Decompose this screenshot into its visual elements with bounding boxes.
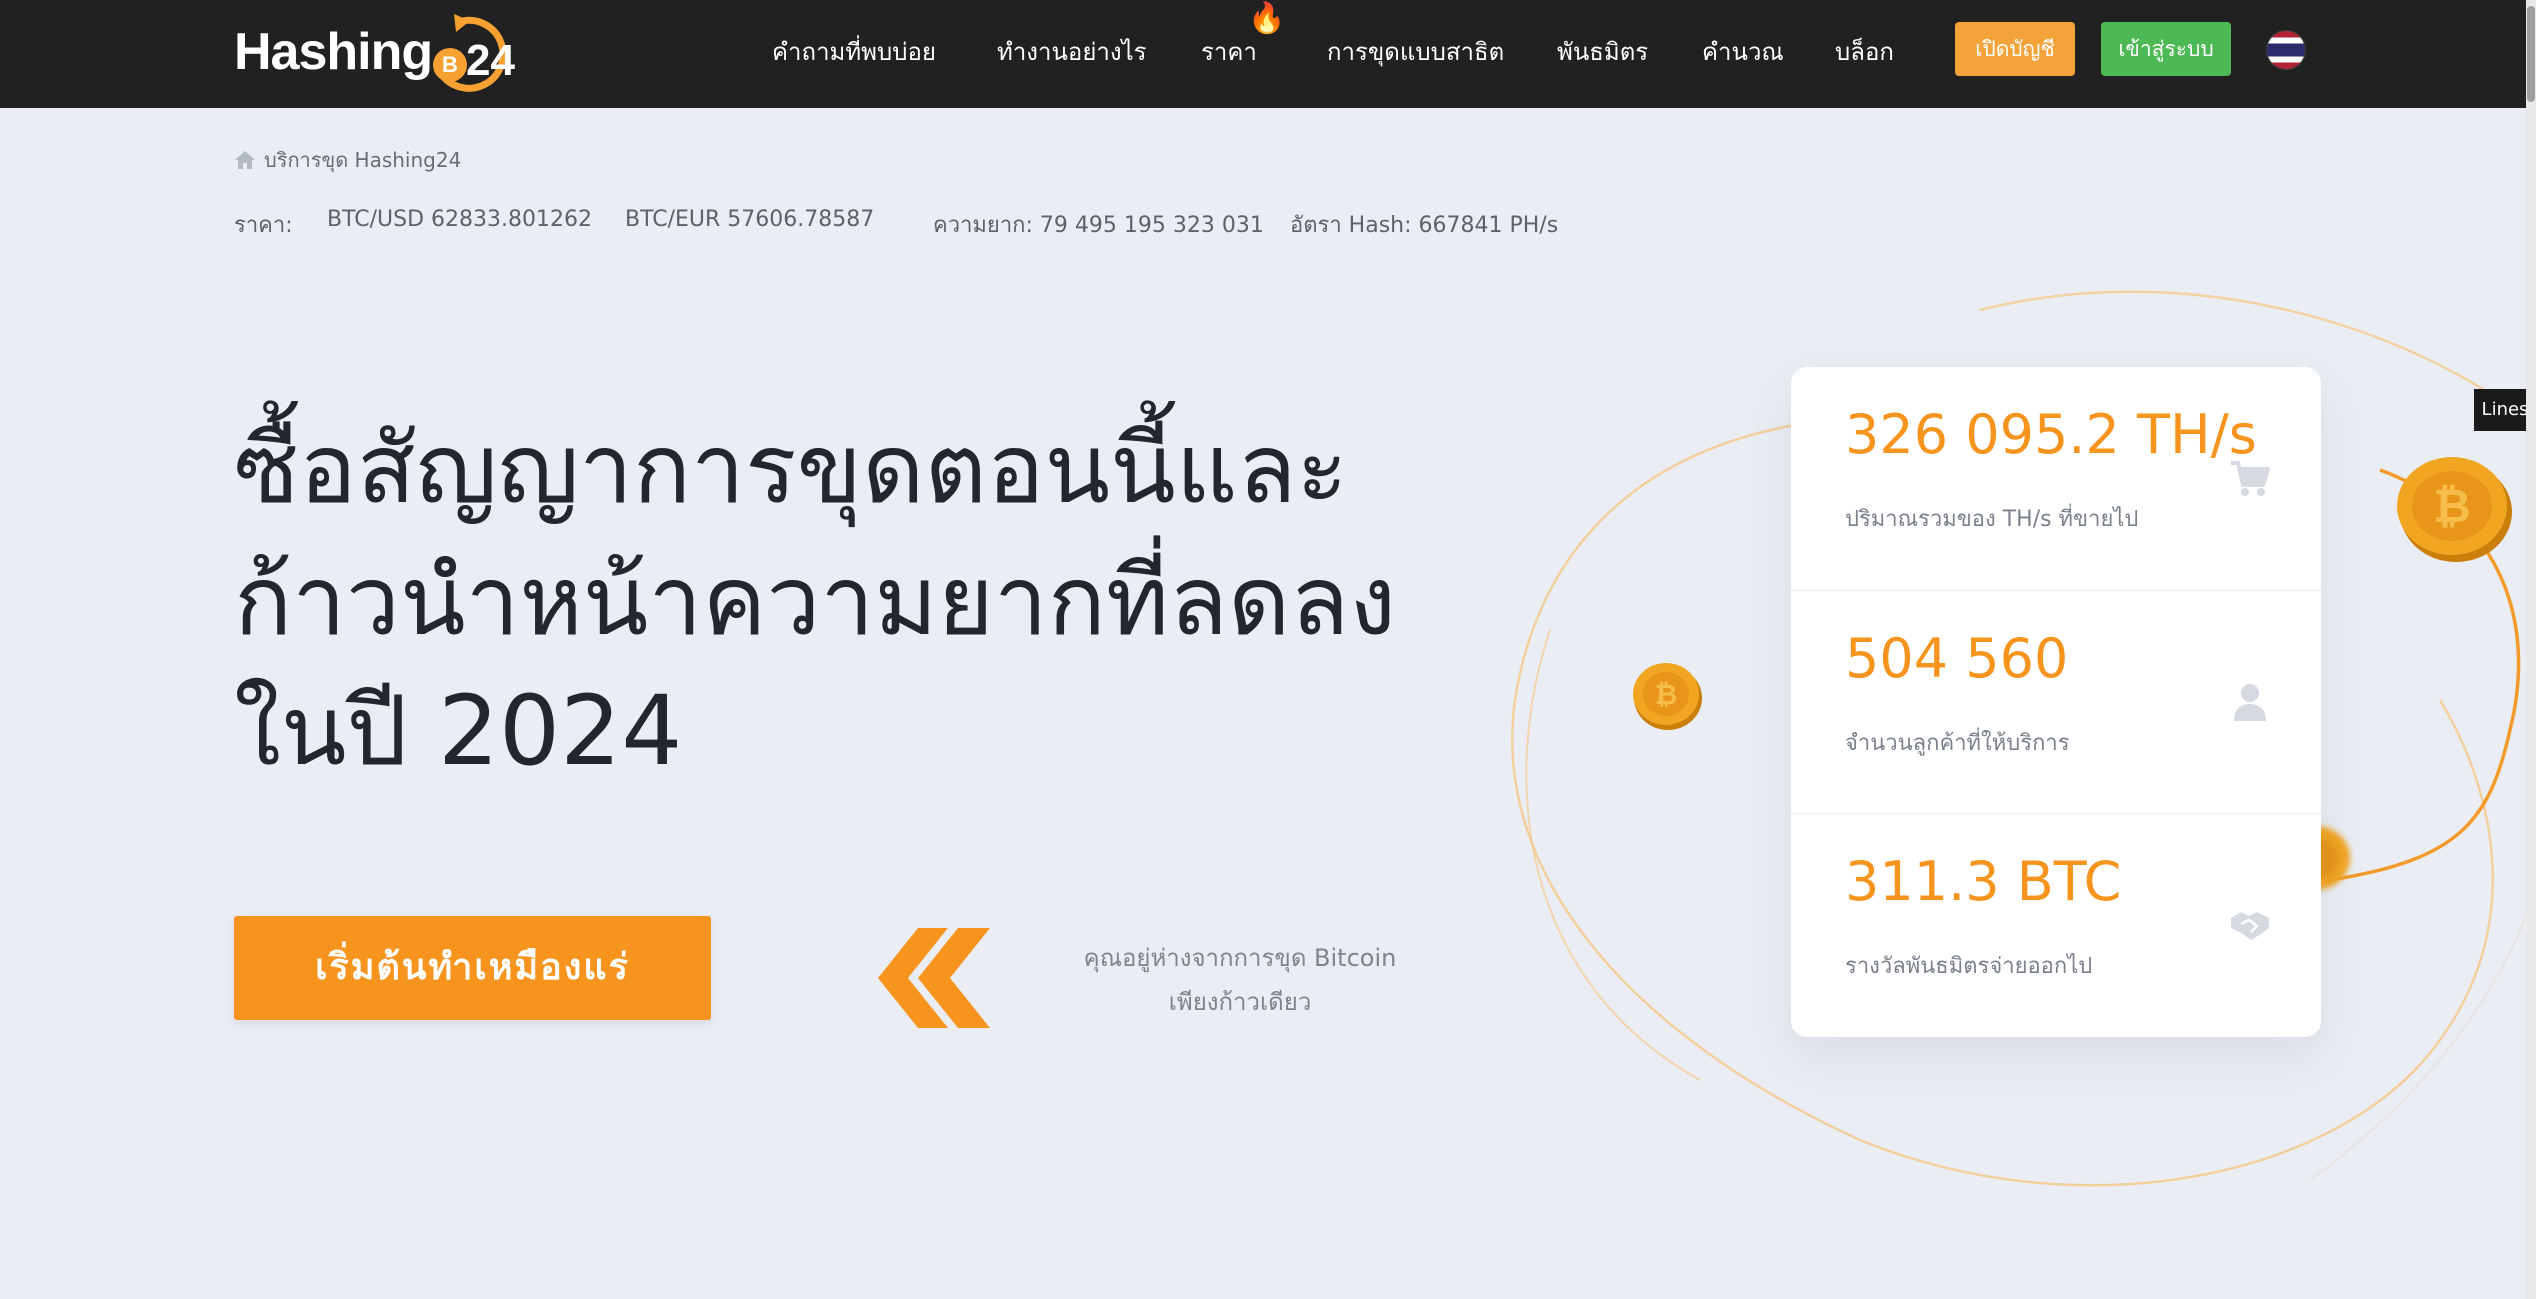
nav-how-it-works[interactable]: ทำงานอย่างไร [997, 32, 1147, 71]
stat-value: 311.3 BTC [1845, 850, 2122, 913]
nav-faq[interactable]: คำถามที่พบบ่อย [772, 32, 936, 71]
fire-icon: 🔥 [1248, 1, 1286, 36]
home-icon[interactable] [234, 149, 256, 171]
svg-text:₿: ₿ [1655, 678, 1678, 711]
btc-eur-price: BTC/EUR 57606.78587 [625, 207, 875, 232]
open-account-button[interactable]: เปิดบัญชี [1955, 22, 2075, 76]
stat-label: จำนวนลูกค้าที่ให้บริการ [1845, 731, 2070, 756]
svg-text:₿: ₿ [2433, 479, 2471, 533]
hero-tagline: คุณอยู่ห่างจากการขุด Bitcoin เพียงก้าวเด… [1060, 936, 1420, 1024]
breadcrumb: บริการขุด Hashing24 [234, 146, 461, 174]
bitcoin-coin-icon: ₿ [1633, 663, 1702, 730]
hashrate-value: อัตรา Hash: 667841 PH/s [1290, 213, 1559, 238]
logo-bitcoin-coin-icon: B [433, 48, 467, 82]
nav-blog[interactable]: บล็อก [1835, 32, 1894, 71]
hero-headline-line-2: ก้าวนำหน้าความยากที่ลดลง [234, 545, 1397, 657]
stat-label: ปริมาณรวมของ TH/s ที่ขายไป [1845, 507, 2139, 532]
btc-usd-price: BTC/USD 62833.801262 [327, 207, 592, 232]
bitcoin-coin-icon: ₿ [2397, 457, 2512, 562]
user-icon [2234, 684, 2266, 721]
hashing24-logo[interactable]: Hashing B 24 [234, 10, 524, 100]
difficulty-value: ความยาก: 79 495 195 323 031 [933, 213, 1264, 238]
tagline-line-1: คุณอยู่ห่างจากการขุด Bitcoin [1083, 944, 1397, 972]
tagline-line-2: เพียงก้าวเดียว [1168, 988, 1312, 1016]
stat-customers-served: 504 560 จำนวนลูกค้าที่ให้บริการ [1791, 590, 2321, 813]
hero-headline-line-3: ในปี 2024 [234, 675, 683, 787]
stat-value: 326 095.2 TH/s [1845, 403, 2257, 466]
page-scrollbar[interactable] [2526, 0, 2536, 1299]
stat-label: รางวัลพันธมิตรจ่ายออกไป [1845, 954, 2093, 979]
breadcrumb-current: บริการขุด Hashing24 [264, 148, 462, 172]
logo-number: 24 [466, 36, 515, 85]
stat-partner-rewards: 311.3 BTC รางวัลพันธมิตรจ่ายออกไป [1791, 813, 2321, 1037]
stat-total-hashrate-sold: 326 095.2 TH/s ปริมาณรวมของ TH/s ที่ขายไ… [1791, 367, 2321, 590]
nav-pricing[interactable]: ราคา [1201, 32, 1257, 71]
handshake-icon [2231, 912, 2269, 940]
price-label: ราคา: [234, 213, 293, 238]
top-navigation-bar: Hashing B 24 คำถามที่พบบ่อย ทำงานอย่างไร… [0, 0, 2536, 108]
cart-icon [2231, 461, 2270, 496]
nav-partners[interactable]: พันธมิตร [1557, 32, 1648, 71]
stats-card: 326 095.2 TH/s ปริมาณรวมของ TH/s ที่ขายไ… [1791, 367, 2321, 1037]
start-mining-button[interactable]: เริ่มต้นทำเหมืองแร่ [234, 916, 711, 1020]
thailand-flag-icon[interactable] [2267, 31, 2305, 69]
logo-wordmark: Hashing [234, 23, 433, 81]
stat-value: 504 560 [1845, 627, 2069, 690]
nav-calculator[interactable]: คำนวณ [1702, 32, 1784, 71]
double-chevron-left-icon [878, 928, 990, 1028]
nav-demo-mining[interactable]: การขุดแบบสาธิต [1327, 32, 1504, 71]
hero-headline-line-1: ซื้อสัญญาการขุดตอนนี้และ [234, 413, 1348, 525]
scrollbar-thumb[interactable] [2527, 6, 2535, 102]
login-button[interactable]: เข้าสู่ระบบ [2101, 22, 2231, 76]
